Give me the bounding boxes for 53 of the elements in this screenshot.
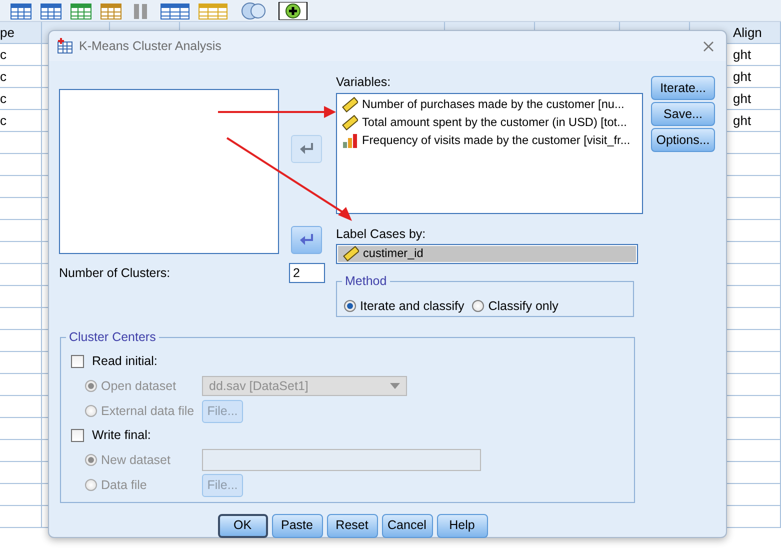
dialog-button[interactable]: Paste xyxy=(272,514,322,538)
label-cases-field[interactable]: custimer_id xyxy=(336,244,638,264)
dialog-button[interactable]: OK xyxy=(218,514,268,538)
variables-list[interactable]: Number of purchases made by the customer [nu... Total amount spent by the customer (in USD) [tot... Frequency of visits made by the customer [visit_fr... xyxy=(336,92,643,214)
table-cell: c xyxy=(0,66,42,88)
list-item[interactable]: Number of purchases made by the customer [nu... xyxy=(362,96,624,114)
dialog-button[interactable]: Save... xyxy=(651,102,715,126)
table-icon[interactable] xyxy=(100,2,122,20)
return-arrow-icon xyxy=(298,233,314,247)
radio-label[interactable]: Iterate and classify xyxy=(360,296,464,316)
table-icon[interactable] xyxy=(10,2,32,20)
dialog-button[interactable]: Iterate... xyxy=(651,76,715,100)
ruler-icon xyxy=(342,114,358,131)
list-item[interactable]: Frequency of visits made by the customer [visit_fr... xyxy=(362,132,630,150)
table-icon[interactable] xyxy=(160,2,190,20)
field-label: Label Cases by: xyxy=(336,226,427,243)
checkbox[interactable] xyxy=(71,355,84,368)
column-header: pe xyxy=(0,22,42,44)
dropdown-value: dd.sav [DataSet1] xyxy=(209,378,308,395)
dialog-button[interactable]: Options... xyxy=(651,128,715,152)
move-button[interactable] xyxy=(291,226,322,254)
checkbox[interactable] xyxy=(71,429,84,442)
group-legend: Cluster Centers xyxy=(66,328,159,344)
table-icon[interactable] xyxy=(40,2,62,20)
dialog-button[interactable]: Cancel xyxy=(382,514,432,538)
field-label: Variables: xyxy=(336,74,392,91)
dropdown-caret-icon xyxy=(390,383,400,389)
return-arrow-icon xyxy=(298,142,314,156)
ruler-icon xyxy=(342,96,358,113)
bar-chart-icon xyxy=(342,132,358,149)
checkbox-label[interactable]: Read initial: xyxy=(92,352,158,371)
dialog-button[interactable]: Help xyxy=(436,514,488,538)
list-item[interactable]: Total amount spent by the customer (in USD) [tot... xyxy=(362,114,627,132)
list-item: custimer_id xyxy=(363,246,424,262)
close-icon xyxy=(703,41,714,52)
radio-button[interactable] xyxy=(344,300,356,312)
radio-label[interactable]: Classify only xyxy=(488,296,558,316)
field-label: Number of Clusters: xyxy=(59,264,170,282)
radio-button[interactable] xyxy=(472,300,484,312)
table-icon[interactable] xyxy=(198,2,228,20)
table-cell: c xyxy=(0,110,42,132)
dataset-name-field[interactable] xyxy=(202,449,481,471)
table-cell: c xyxy=(0,88,42,110)
checkbox-label[interactable]: Write final: xyxy=(92,426,151,445)
window-title: K-Means Cluster Analysis xyxy=(79,38,222,55)
table-cell: c xyxy=(0,44,42,66)
ruler-icon xyxy=(343,246,359,262)
clusters-input[interactable]: 2 xyxy=(289,263,325,283)
table-icon[interactable] xyxy=(70,2,92,20)
dialog-button[interactable]: Reset xyxy=(326,514,378,538)
app-icon xyxy=(57,38,73,54)
plus-icon[interactable] xyxy=(278,2,308,20)
source-list[interactable] xyxy=(59,89,279,254)
